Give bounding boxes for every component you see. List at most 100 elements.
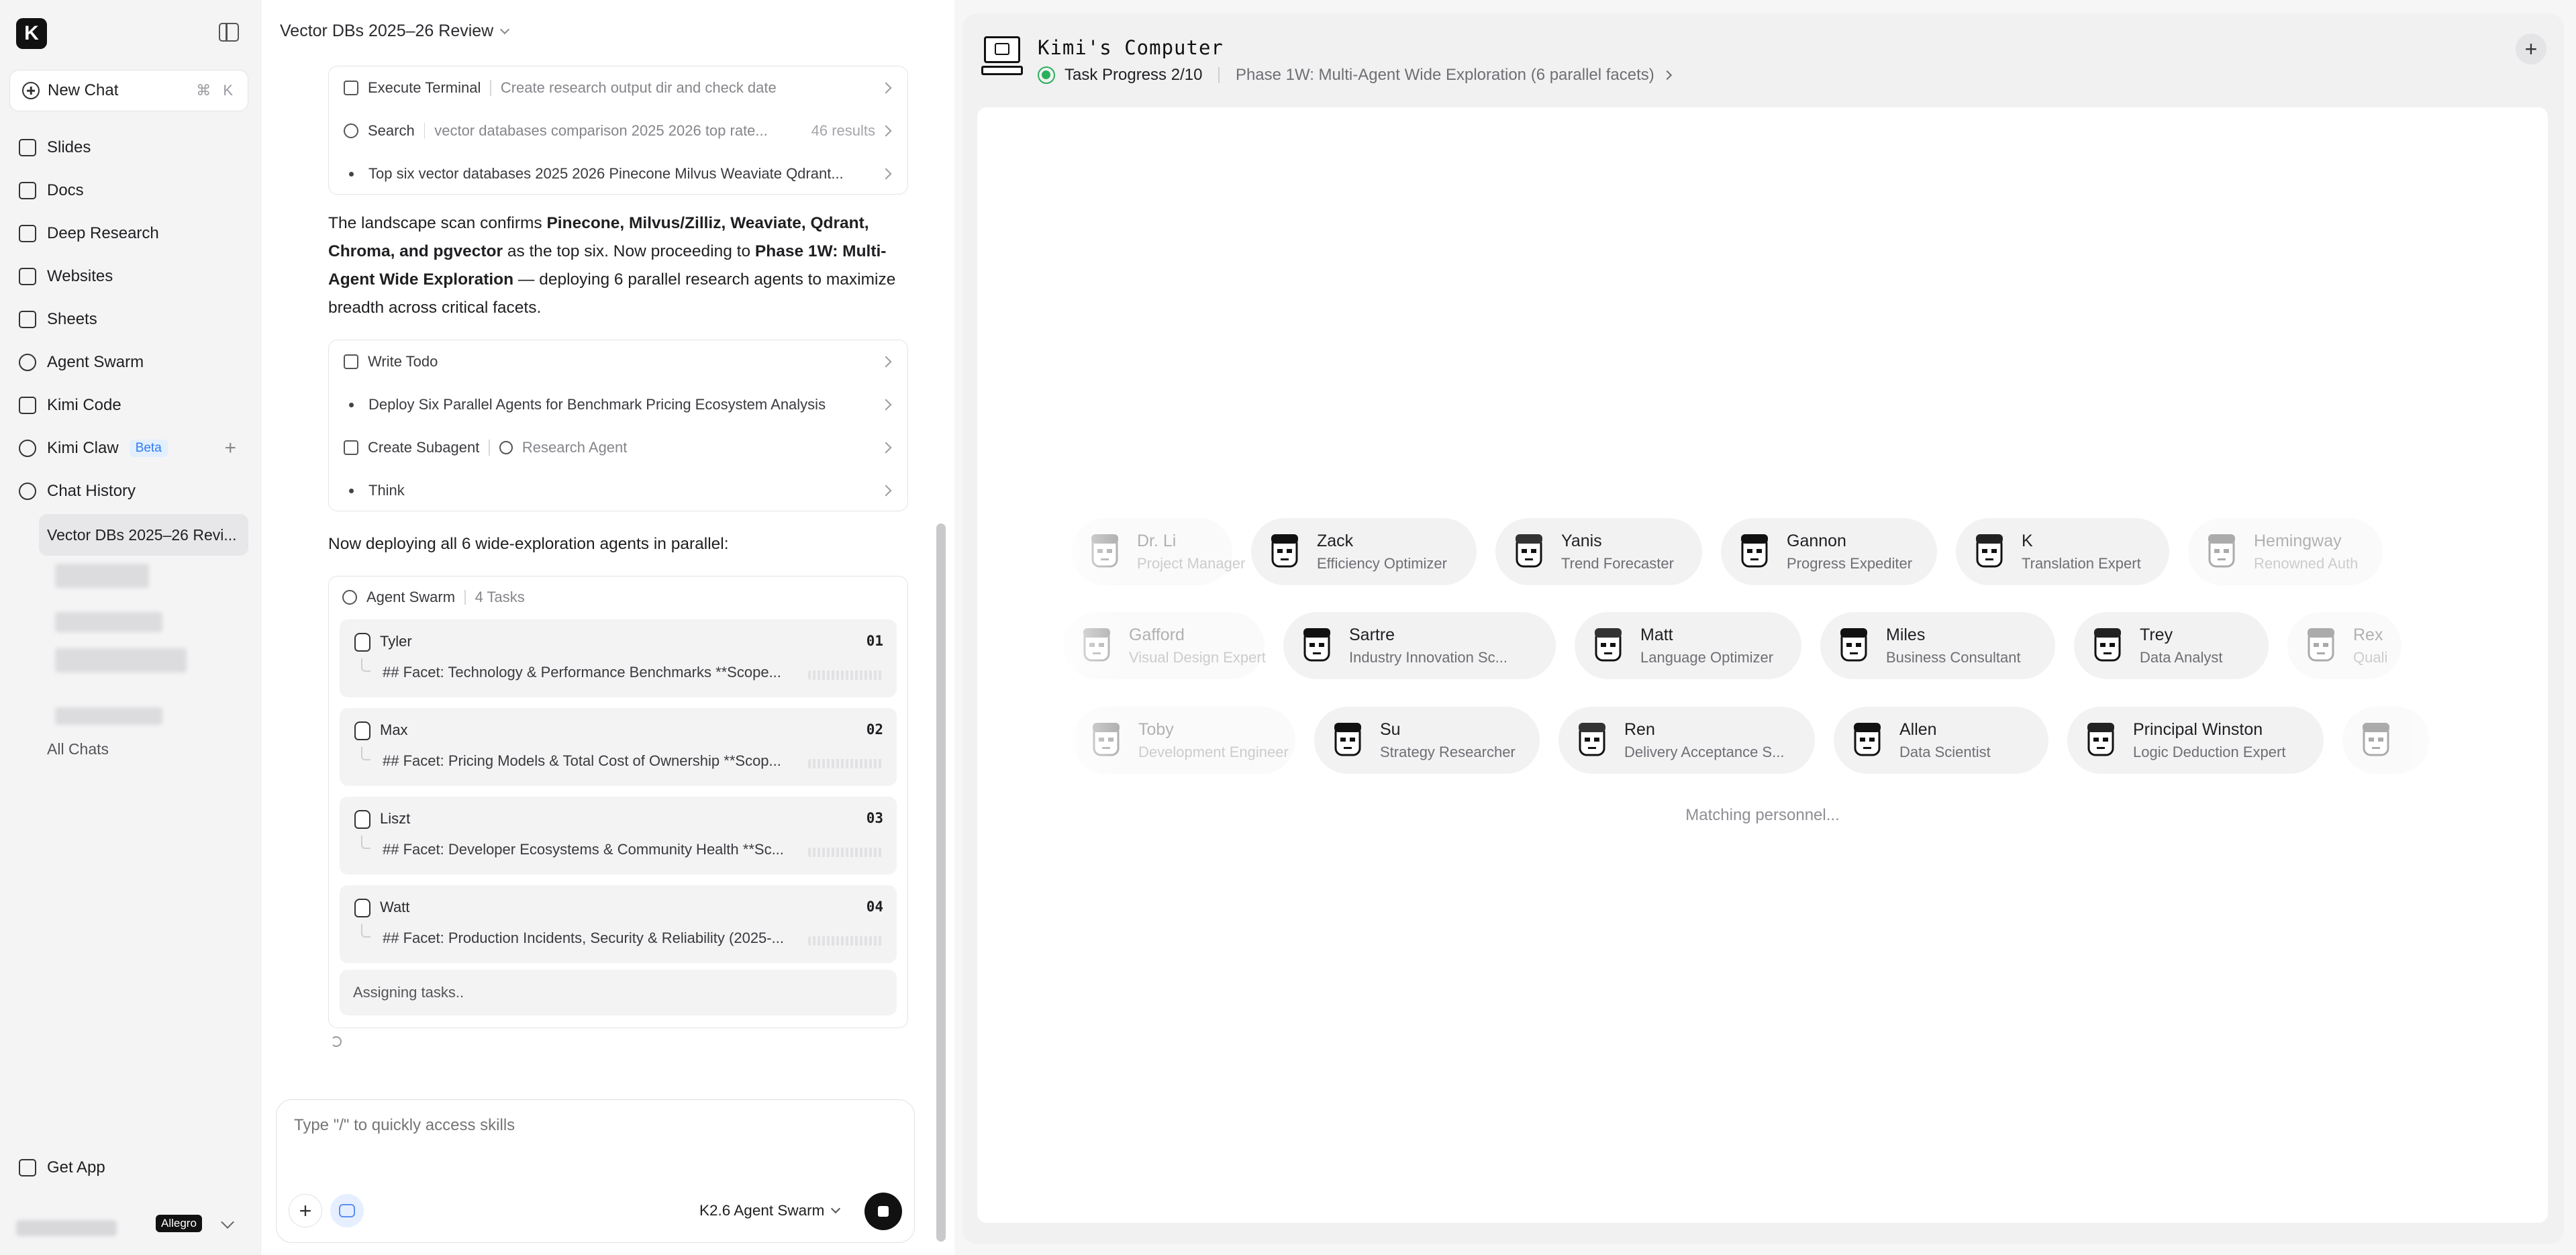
sidebar-item-label: Chat History (47, 482, 136, 500)
tool-call-row[interactable]: Think (329, 469, 907, 512)
personnel-role: Project Manager (1137, 554, 1246, 572)
agent-task-card[interactable]: Max 02 ## Facet: Pricing Models & Total … (340, 708, 897, 786)
personnel-info: Su Strategy Researcher (1380, 720, 1516, 761)
research-agent-avatar-icon (499, 441, 513, 454)
assistant-message: The landscape scan confirms Pinecone, Mi… (328, 209, 912, 322)
personnel-info: Miles Business Consultant (1886, 625, 2021, 666)
history-item-active[interactable]: Vector DBs 2025–26 Revi... (39, 514, 248, 556)
slides-icon (19, 139, 36, 156)
agent-task-card[interactable]: Liszt 03 ## Facet: Developer Ecosystems … (340, 797, 897, 874)
assistant-message: Now deploying all 6 wide-exploration age… (328, 535, 729, 553)
agent-task-card[interactable]: Watt 04 ## Facet: Production Incidents, … (340, 885, 897, 963)
personnel-role: Delivery Acceptance S... (1624, 743, 1785, 760)
chat-scrollbar[interactable] (936, 523, 946, 1242)
personnel-info: Hemingway Renowned Auth (2254, 532, 2358, 572)
tool-call-row[interactable]: Write Todo (329, 340, 907, 383)
personnel-info: Trey Data Analyst (2140, 625, 2223, 666)
terminal-icon (19, 397, 36, 414)
personnel-info: Principal Winston Logic Deduction Expert (2133, 720, 2285, 761)
claw-icon (19, 440, 36, 457)
agent-swarm-icon (342, 590, 357, 605)
sidebar-item-chat-history[interactable]: Chat History (9, 470, 248, 513)
tool-call-row[interactable]: Create Subagent Research Agent (329, 426, 907, 469)
new-chat-button[interactable]: New Chat ⌘ K (9, 70, 248, 111)
sidebar-toggle-icon[interactable] (219, 23, 239, 42)
all-chats-link[interactable]: All Chats (47, 740, 109, 758)
sidebar-item-slides[interactable]: Slides (9, 126, 248, 169)
user-profile[interactable]: Allegro (9, 1212, 248, 1242)
tool-call-row[interactable]: Deploy Six Parallel Agents for Benchmark… (329, 383, 907, 426)
personnel-card: Hemingway Renowned Auth (2188, 518, 2383, 585)
history-item-redacted[interactable] (55, 707, 162, 725)
sidebar-item-websites[interactable]: Websites (9, 255, 248, 298)
agent-number: 03 (866, 810, 883, 826)
personnel-card: Rex Quali (2287, 612, 2401, 679)
pixel-avatar-icon (2208, 534, 2235, 568)
personnel-name: Matt (1640, 625, 1673, 644)
kimi-logo[interactable]: K (16, 18, 47, 49)
personnel-info: Gafford Visual Design Expert (1129, 625, 1266, 666)
agent-name: Tyler (380, 633, 412, 650)
model-selector[interactable]: K2.6 Agent Swarm (699, 1202, 841, 1219)
personnel-info: Matt Language Optimizer (1640, 625, 1773, 666)
attach-button[interactable]: + (289, 1194, 322, 1227)
tool-name: Create Subagent (368, 439, 480, 456)
add-button[interactable]: + (2516, 34, 2546, 64)
agent-name: Liszt (380, 810, 411, 827)
history-item-redacted[interactable] (55, 612, 162, 632)
new-chat-shortcut: ⌘ K (196, 82, 237, 99)
chevron-down-icon[interactable] (221, 1215, 234, 1229)
agent-progress-placeholder (808, 759, 883, 768)
personnel-info: Gannon Progress Expediter (1787, 532, 1912, 572)
agent-avatar-icon (354, 721, 370, 740)
agent-swarm-header: Agent Swarm 4 Tasks (342, 589, 525, 606)
personnel-name: Toby (1138, 719, 1174, 739)
personnel-name: K (2022, 531, 2033, 550)
sidebar-item-kimi-claw[interactable]: Kimi Claw Beta + (9, 427, 248, 470)
agent-task-card[interactable]: Tyler 01 ## Facet: Technology & Performa… (340, 619, 897, 697)
message-input[interactable] (294, 1116, 885, 1135)
personnel-card: Ren Delivery Acceptance S... (1558, 707, 1815, 774)
tool-detail: Research Agent (522, 439, 628, 456)
pixel-avatar-icon (1093, 723, 1120, 756)
beta-badge: Beta (129, 440, 168, 457)
sidebar-item-docs[interactable]: Docs (9, 169, 248, 212)
personnel-role: Quali (2353, 648, 2388, 666)
chat-title-dropdown[interactable]: Vector DBs 2025–26 Review (280, 21, 510, 41)
tool-call-row[interactable]: Execute Terminal Create research output … (329, 66, 907, 109)
personnel-role: Progress Expediter (1787, 554, 1913, 572)
personnel-name: Hemingway (2254, 531, 2342, 550)
chevron-down-icon (831, 1203, 841, 1214)
plan-badge: Allegro (156, 1215, 202, 1232)
sidebar: K New Chat ⌘ K Slides Docs Deep Research… (0, 0, 259, 1255)
personnel-name: Miles (1886, 625, 1926, 644)
personnel-name: Principal Winston (2133, 719, 2263, 739)
personnel-info: Yanis Trend Forecaster (1561, 532, 1674, 572)
agent-mode-button[interactable] (330, 1194, 364, 1227)
tool-call-row[interactable]: Search vector databases comparison 2025 … (329, 109, 907, 152)
stop-generation-button[interactable] (864, 1193, 902, 1230)
task-progress[interactable]: Task Progress 2/10 Phase 1W: Multi-Agent… (1038, 66, 1672, 85)
agent-facet: ## Facet: Production Incidents, Security… (383, 930, 784, 946)
sidebar-item-kimi-code[interactable]: Kimi Code (9, 384, 248, 427)
personnel-row: Toby Development Engineer Su Strategy Resea… (977, 707, 2548, 774)
agent-avatar-icon (354, 899, 370, 917)
sidebar-item-sheets[interactable]: Sheets (9, 298, 248, 341)
personnel-card: Toby Development Engineer (1073, 707, 1295, 774)
personnel-card: Sartre Industry Innovation Sc... (1283, 612, 1556, 679)
robot-icon (339, 1204, 355, 1217)
sidebar-item-label: Agent Swarm (47, 353, 144, 371)
agent-progress-placeholder (808, 670, 883, 680)
sidebar-item-agent-swarm[interactable]: Agent Swarm (9, 341, 248, 384)
tool-call-row[interactable]: Top six vector databases 2025 2026 Pinec… (329, 152, 907, 195)
agent-progress-placeholder (808, 848, 883, 857)
computer-title: Kimi's Computer (1038, 36, 1224, 59)
add-claw-icon[interactable]: + (224, 437, 236, 460)
get-app-button[interactable]: Get App (19, 1158, 105, 1177)
history-item-redacted[interactable] (55, 648, 187, 672)
result-count: 46 results (811, 122, 875, 139)
history-item-redacted[interactable] (55, 564, 149, 588)
sidebar-item-deep-research[interactable]: Deep Research (9, 212, 248, 255)
pixel-avatar-icon (1976, 534, 2003, 568)
personnel-name: Trey (2140, 625, 2173, 644)
